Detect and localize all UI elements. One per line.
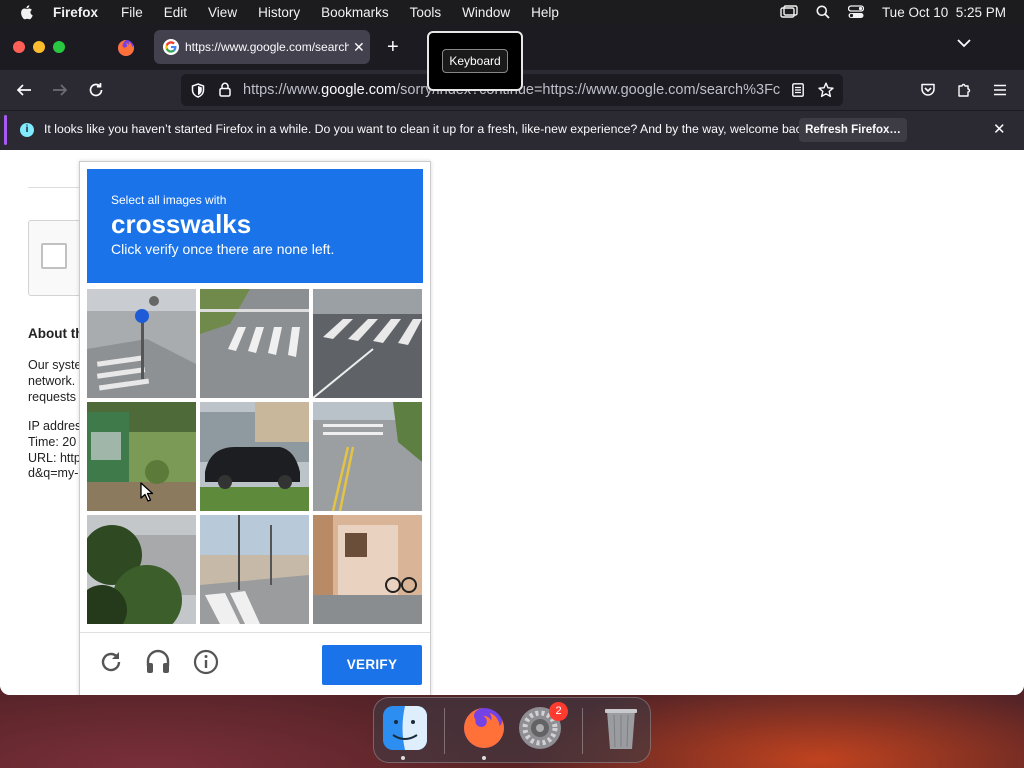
keyboard-tooltip: Keyboard	[427, 31, 523, 91]
new-tab-button[interactable]: +	[387, 36, 399, 59]
info-icon: i	[20, 123, 34, 137]
window-close-button[interactable]	[13, 41, 25, 53]
firefox-dock-icon[interactable]	[461, 705, 507, 751]
page-text-line: Time: 20	[28, 435, 77, 449]
menu-view[interactable]: View	[208, 5, 237, 20]
dock-separator	[582, 708, 583, 754]
refresh-firefox-button[interactable]: Refresh Firefox…	[799, 118, 907, 142]
about-heading: About th	[28, 326, 84, 341]
firefox-pinned-tab-icon[interactable]	[116, 38, 136, 58]
pocket-icon[interactable]	[920, 82, 936, 98]
dock: 2	[373, 697, 651, 763]
audio-challenge-headphones-icon[interactable]	[145, 649, 171, 675]
captcha-tile-8[interactable]	[200, 515, 309, 624]
tab-title: https://www.google.com/search	[185, 40, 349, 54]
reader-view-icon[interactable]	[792, 83, 804, 97]
window-zoom-button[interactable]	[53, 41, 65, 53]
screen-mirroring-icon[interactable]	[780, 5, 798, 19]
notification-close-icon[interactable]: ✕	[993, 120, 1006, 138]
captcha-tile-6[interactable]	[313, 402, 422, 511]
spotlight-search-icon[interactable]	[816, 5, 830, 19]
captcha-tile-9[interactable]	[313, 515, 422, 624]
captcha-tile-3[interactable]	[313, 289, 422, 398]
page-text-line: requests	[28, 390, 76, 404]
menu-help[interactable]: Help	[531, 5, 559, 20]
captcha-tile-5[interactable]	[200, 402, 309, 511]
page-text-line: d&q=my-	[28, 466, 79, 480]
captcha-header: Select all images with crosswalks Click …	[87, 169, 423, 283]
menubar-clock[interactable]: Tue Oct 10 5:25 PM	[882, 5, 1006, 20]
captcha-tile-2[interactable]	[200, 289, 309, 398]
url-prefix: https://www.	[243, 82, 322, 98]
notification-message: It looks like you haven’t started Firefo…	[44, 122, 812, 136]
control-center-icon[interactable]	[847, 5, 864, 19]
notification-accent	[4, 115, 7, 145]
captcha-target-word: crosswalks	[111, 209, 252, 239]
menu-edit[interactable]: Edit	[164, 5, 187, 20]
captcha-footer: VERIFY	[80, 632, 430, 695]
page-text-line: Our syste	[28, 358, 82, 372]
menu-history[interactable]: History	[258, 5, 300, 20]
trash-icon[interactable]	[598, 705, 644, 751]
menu-file[interactable]: File	[121, 5, 143, 20]
bookmark-star-icon[interactable]	[818, 82, 834, 98]
captcha-image-grid	[87, 289, 423, 625]
mouse-cursor-icon	[140, 482, 154, 502]
dock-separator	[444, 708, 445, 754]
firefox-running-indicator	[482, 756, 486, 760]
captcha-instruction-sub: Click verify once there are none left.	[111, 241, 335, 257]
menu-bookmarks[interactable]: Bookmarks	[321, 5, 389, 20]
finder-icon[interactable]	[382, 705, 428, 751]
captcha-tile-7[interactable]	[87, 515, 196, 624]
extensions-puzzle-icon[interactable]	[956, 82, 972, 98]
page-text-line: network.	[28, 374, 76, 388]
settings-notification-badge: 2	[549, 702, 568, 721]
url-domain: google.com	[321, 82, 397, 98]
menu-bar: Firefox File Edit View History Bookmarks…	[0, 0, 1024, 24]
reload-challenge-icon[interactable]	[98, 649, 124, 675]
verify-button[interactable]: VERIFY	[322, 645, 422, 685]
apple-menu-icon[interactable]	[19, 4, 33, 20]
recaptcha-checkbox[interactable]	[41, 243, 67, 269]
menu-tools[interactable]: Tools	[410, 5, 442, 20]
google-favicon-icon	[163, 39, 179, 55]
hamburger-menu-icon[interactable]	[992, 82, 1008, 98]
finder-running-indicator	[401, 756, 405, 760]
page-text-line: URL: http	[28, 451, 81, 465]
help-info-icon[interactable]	[193, 649, 219, 675]
menu-window[interactable]: Window	[462, 5, 510, 20]
notification-bar: i It looks like you haven’t started Fire…	[0, 110, 1024, 150]
back-arrow-icon[interactable]	[16, 82, 32, 98]
tracking-protection-shield-icon[interactable]	[191, 83, 205, 98]
reload-icon[interactable]	[88, 82, 104, 98]
captcha-challenge-popup: Select all images with crosswalks Click …	[79, 161, 431, 695]
captcha-tile-1[interactable]	[87, 289, 196, 398]
list-all-tabs-chevron-icon[interactable]	[957, 38, 971, 48]
captcha-instruction-small: Select all images with	[111, 193, 227, 207]
page-text-line: IP addres	[28, 419, 82, 433]
forward-arrow-icon[interactable]	[52, 82, 68, 98]
keyboard-tooltip-label: Keyboard	[442, 49, 508, 73]
tab-google-search[interactable]: https://www.google.com/search ✕	[154, 30, 370, 64]
firefox-window: https://www.google.com/search ✕ + Keyboa…	[0, 24, 1024, 695]
menu-app-name[interactable]: Firefox	[53, 5, 98, 20]
lock-icon[interactable]	[219, 82, 231, 97]
tab-close-icon[interactable]: ✕	[353, 39, 365, 56]
window-minimize-button[interactable]	[33, 41, 45, 53]
